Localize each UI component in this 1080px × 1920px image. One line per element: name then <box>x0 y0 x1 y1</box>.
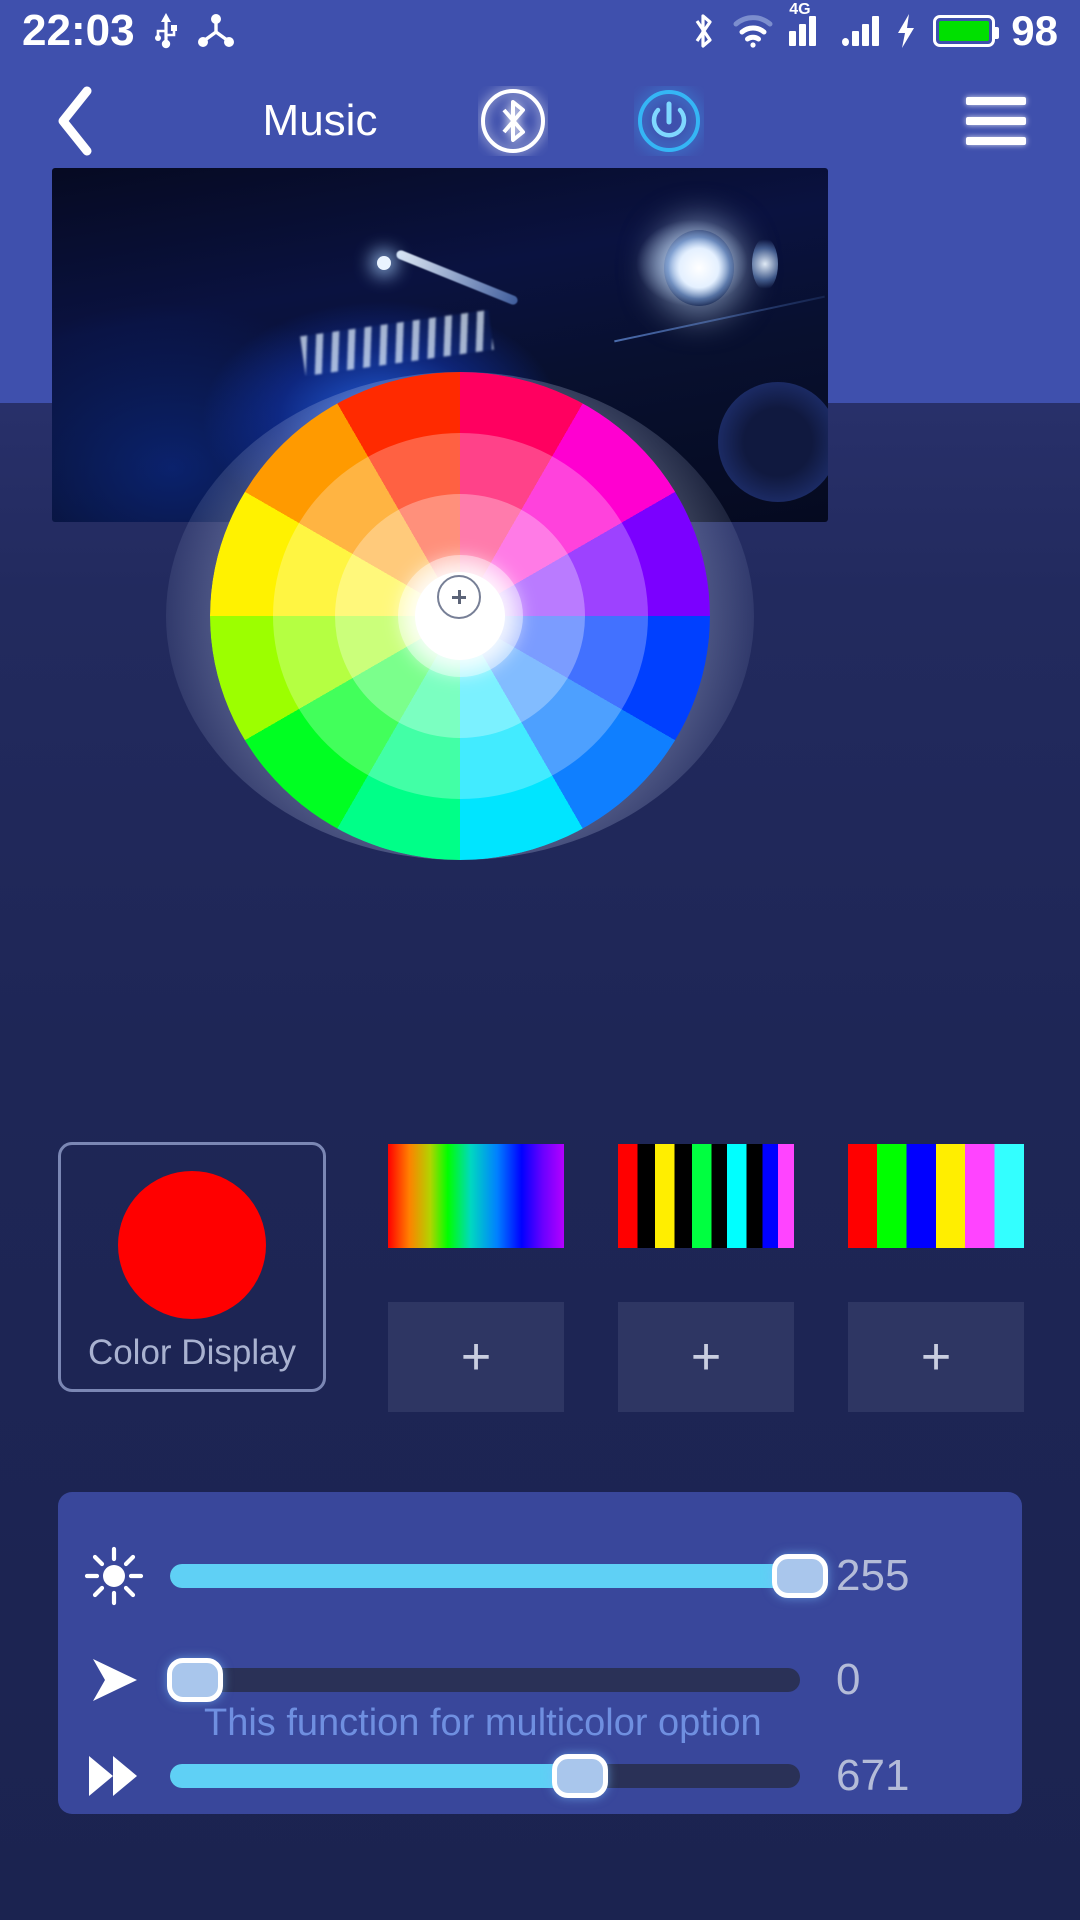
slider-panel: 255 0 This function for multicolor optio… <box>58 1492 1022 1814</box>
menu-bar-1 <box>966 97 1026 105</box>
fast-forward-value-label: 671 <box>836 1751 910 1800</box>
brightness-slider-knob[interactable] <box>772 1554 828 1598</box>
status-bar-right: 4G 98 <box>689 2 1058 54</box>
add-preset-button-1[interactable]: + <box>388 1302 564 1412</box>
wifi-icon <box>733 14 773 48</box>
usb-icon <box>153 11 179 51</box>
share-nodes-icon <box>197 12 235 50</box>
brightness-sun-icon <box>58 1545 170 1607</box>
light-bar-reflection <box>395 248 519 307</box>
fast-forward-slider-track[interactable] <box>170 1754 800 1798</box>
signal-icon <box>842 16 880 46</box>
multicolor-hint-text: This function for multicolor option <box>204 1702 762 1744</box>
preset-strip-alternating[interactable] <box>618 1144 794 1248</box>
preset-strip-rainbow[interactable] <box>388 1144 564 1248</box>
grille-highlight <box>300 309 494 377</box>
fast-forward-slider-fill <box>170 1764 580 1788</box>
battery-percent-label: 98 <box>1011 7 1058 54</box>
brightness-slider-track[interactable] <box>170 1554 828 1598</box>
speed-slider-track[interactable] <box>167 1658 800 1702</box>
fast-forward-icon <box>58 1752 170 1800</box>
hamburger-menu-button[interactable] <box>966 97 1026 145</box>
fast-forward-slider-knob[interactable] <box>551 1754 608 1798</box>
brightness-slider-row[interactable]: 255 <box>58 1540 1022 1612</box>
bluetooth-connect-button[interactable] <box>478 86 548 156</box>
menu-bar-3 <box>966 137 1026 145</box>
status-clock: 22:03 <box>22 6 135 55</box>
led-spark <box>377 256 391 270</box>
app-screen: 22:03 4G 98 Music Color Display + + + 25… <box>0 0 1080 1920</box>
brightness-slider-fill <box>170 1564 800 1588</box>
status-bar: 22:03 4G 98 <box>0 0 1080 62</box>
speed-value-label: 0 <box>836 1655 861 1704</box>
add-preset-button-2[interactable]: + <box>618 1302 794 1412</box>
status-bar-left: 22:03 <box>22 9 235 53</box>
add-preset-button-3[interactable]: + <box>848 1302 1024 1412</box>
network-type-label: 4G <box>789 1 811 18</box>
speed-slider-knob[interactable] <box>167 1658 224 1702</box>
app-bar: Music <box>0 62 1080 180</box>
fast-forward-slider-row[interactable]: 671 <box>58 1740 1022 1812</box>
headlight-glow <box>664 230 734 306</box>
play-arrow-icon <box>58 1653 170 1707</box>
bluetooth-icon <box>689 11 717 51</box>
power-button[interactable] <box>634 86 704 156</box>
presets-row: Color Display + + + <box>0 1142 1080 1412</box>
signal-4g-icon: 4G <box>789 2 826 46</box>
color-display-swatch <box>118 1171 266 1319</box>
battery-icon <box>933 15 1000 47</box>
secondary-light-glow <box>752 238 778 290</box>
color-wheel-selector-handle[interactable] <box>437 575 481 619</box>
wire-highlight <box>614 295 825 343</box>
menu-bar-2 <box>966 117 1026 125</box>
color-display-button[interactable]: Color Display <box>58 1142 326 1392</box>
charging-bolt-icon <box>895 13 917 49</box>
preset-strip-solid-bars[interactable] <box>848 1144 1024 1248</box>
color-display-label: Color Display <box>87 1333 297 1372</box>
brightness-value-label: 255 <box>836 1551 910 1600</box>
